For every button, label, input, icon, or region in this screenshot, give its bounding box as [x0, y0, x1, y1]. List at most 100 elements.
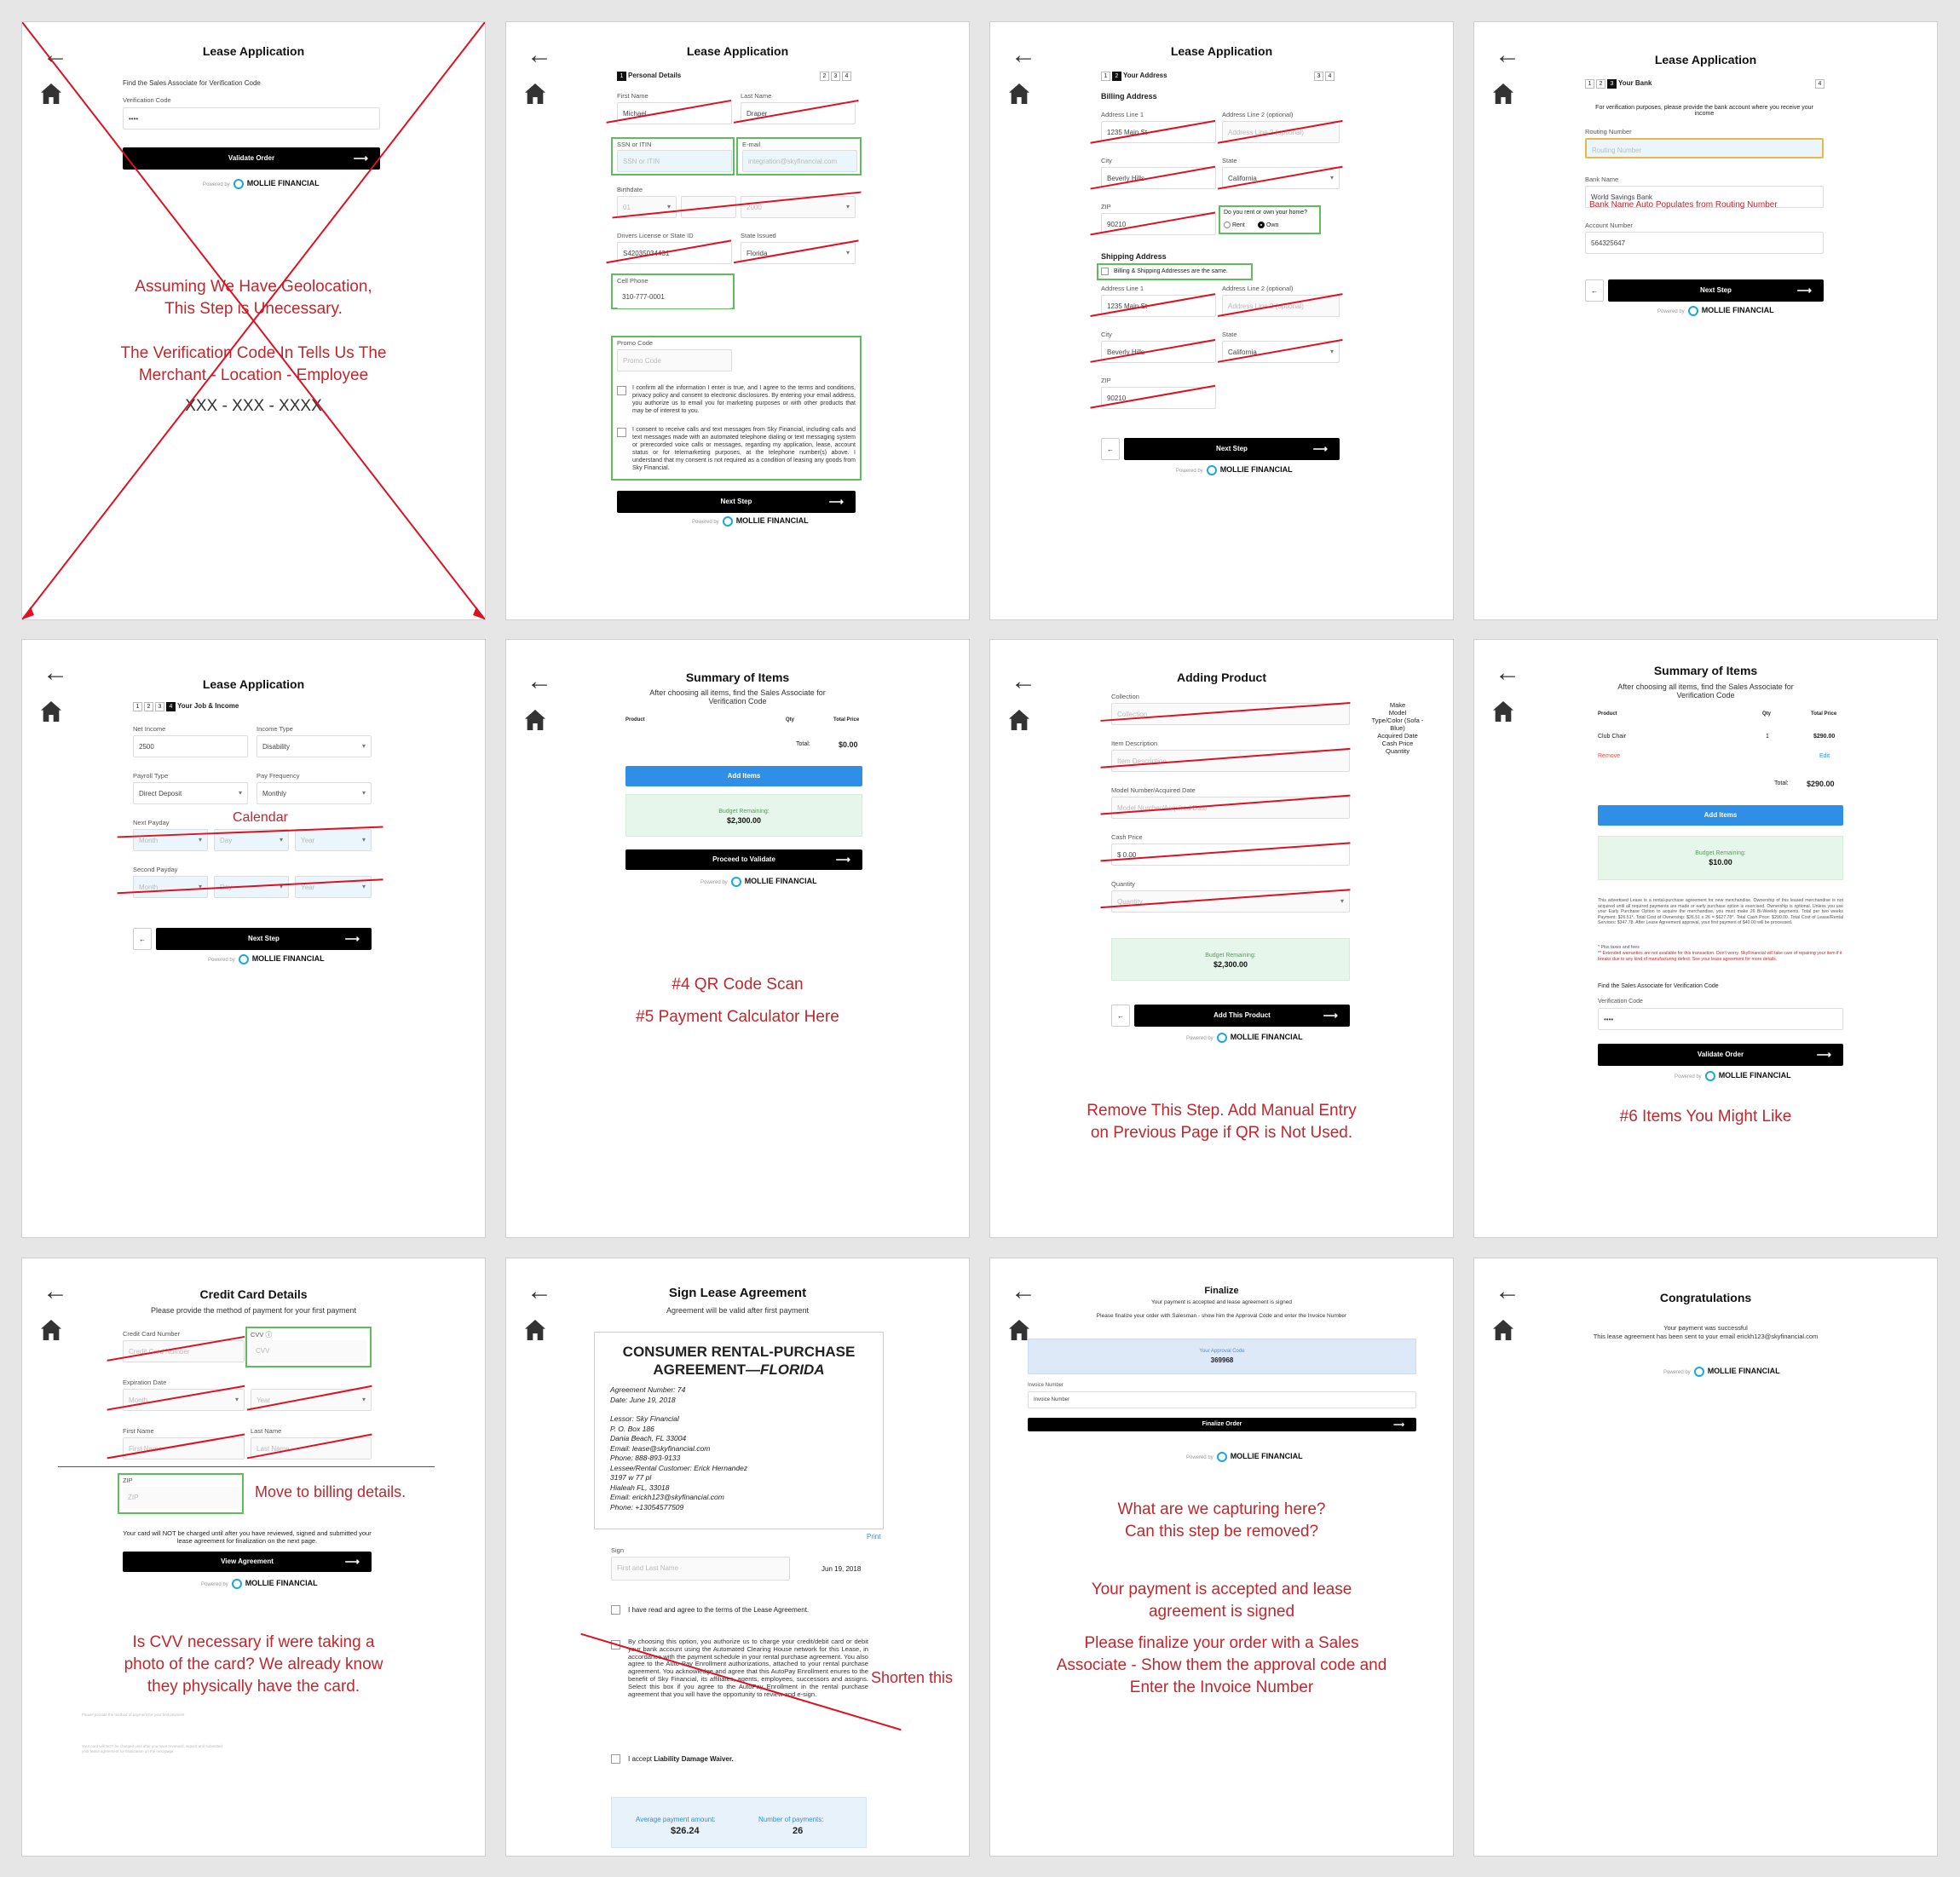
description-input[interactable]: Item Description	[1111, 750, 1350, 772]
agree-checkbox[interactable]	[611, 1605, 620, 1615]
income-type-select[interactable]: Disability	[257, 735, 372, 757]
collection-input[interactable]: Collection	[1111, 703, 1350, 725]
price-input[interactable]: $ 0.00	[1111, 843, 1350, 866]
address1-label: Address Line 1	[1101, 285, 1144, 292]
email-input[interactable]: integration@skyfinancial.com	[742, 150, 857, 172]
state-issued-select[interactable]: Florida	[741, 242, 856, 264]
city-input[interactable]: Beverly Hills	[1101, 167, 1216, 189]
sms-consent-checkbox[interactable]	[617, 428, 626, 437]
birth-month-select[interactable]	[681, 196, 736, 218]
shipping-heading: Shipping Address	[1101, 252, 1167, 261]
agreement-document[interactable]: CONSUMER RENTAL-PURCHASE AGREEMENT—FLORI…	[594, 1332, 884, 1529]
account-input[interactable]: 564325647	[1585, 232, 1824, 254]
birth-year-select[interactable]: 2000	[741, 196, 856, 218]
ship-address1-input[interactable]: 1235 Main St	[1101, 295, 1216, 317]
next-payday-day[interactable]: Day	[214, 829, 289, 851]
cell-input[interactable]: 310-777-0001	[617, 286, 732, 308]
verification-input[interactable]: ••••	[1598, 1008, 1843, 1030]
zip-input[interactable]: ZIP	[123, 1487, 239, 1509]
last-name-input[interactable]: Draper	[741, 102, 856, 124]
pay-frequency-select[interactable]: Monthly	[257, 782, 372, 804]
quantity-select[interactable]: Quantity	[1111, 890, 1350, 913]
signature-input[interactable]: First and Last Name	[611, 1557, 790, 1580]
home-icon[interactable]	[1490, 80, 1517, 107]
finalize-order-button[interactable]: Finalize Order ⟶	[1028, 1418, 1416, 1431]
add-items-button[interactable]: Add Items	[625, 766, 862, 786]
next-payday-month[interactable]: Month	[133, 829, 208, 851]
home-icon[interactable]	[522, 1316, 549, 1344]
first-name-input[interactable]: Michael	[617, 102, 732, 124]
back-step-button[interactable]: ←	[1111, 1005, 1130, 1027]
same-address-checkbox[interactable]	[1101, 268, 1109, 275]
brand-name: MOLLIE FINANCIAL	[246, 179, 320, 187]
panel-sign-lease: ← Sign Lease Agreement Agreement will be…	[505, 1258, 970, 1857]
ship-zip-input[interactable]: 90210	[1101, 387, 1216, 409]
address2-input[interactable]: Address Line 2 (optional)	[1222, 121, 1340, 143]
home-icon[interactable]	[37, 698, 65, 725]
home-icon[interactable]	[1006, 706, 1033, 734]
proceed-validate-button[interactable]: Proceed to Validate ⟶	[625, 849, 862, 870]
next-payday-year[interactable]: Year	[295, 829, 372, 851]
birth-day-select[interactable]: 01	[617, 196, 677, 218]
consent-checkbox[interactable]	[617, 386, 626, 395]
promo-input[interactable]: Promo Code	[617, 349, 732, 371]
invoice-input[interactable]: Invoice Number	[1028, 1391, 1416, 1408]
verification-input[interactable]: ••••	[123, 107, 380, 130]
exp-month-select[interactable]: Month	[123, 1389, 245, 1411]
back-step-button[interactable]: ←	[1585, 279, 1604, 302]
autopay-checkbox[interactable]	[611, 1640, 620, 1650]
add-items-button[interactable]: Add Items	[1598, 805, 1843, 826]
collection-label: Collection	[1111, 693, 1139, 700]
license-input[interactable]: S42035034431	[617, 242, 732, 264]
address2-label: Address Line 2 (optional)	[1222, 111, 1294, 118]
card-number-input[interactable]: Credit Card Number	[123, 1340, 245, 1362]
home-icon[interactable]	[1006, 80, 1033, 107]
zip-input[interactable]: 90210	[1101, 213, 1216, 235]
second-payday-month[interactable]: Month	[133, 876, 208, 898]
step-indicator: 1 2 3 Your Bank	[1585, 79, 1652, 89]
next-step-button[interactable]: Next Step ⟶	[1608, 279, 1824, 302]
home-icon[interactable]	[522, 80, 549, 107]
model-input[interactable]: Model Number/Acquired Date	[1111, 797, 1350, 819]
ship-city-input[interactable]: Beverly Hills	[1101, 341, 1216, 363]
back-step-button[interactable]: ←	[133, 928, 152, 950]
ssn-input[interactable]: SSN or ITIN	[617, 150, 732, 172]
help-icon[interactable]: ⓘ	[266, 1331, 273, 1339]
validate-order-button[interactable]: Validate Order ⟶	[1598, 1044, 1843, 1066]
state-select[interactable]: California	[1222, 167, 1340, 189]
home-icon[interactable]	[522, 706, 549, 734]
next-step-button[interactable]: Next Step ⟶	[156, 928, 372, 950]
last-name-input[interactable]: Last Name	[251, 1437, 372, 1460]
second-payday-year[interactable]: Year	[295, 876, 372, 898]
add-product-button[interactable]: Add This Product ⟶	[1134, 1005, 1350, 1027]
note-line: This Step is Unecessary.	[164, 300, 343, 318]
num-payments-value: 26	[793, 1826, 804, 1836]
cvv-label-text: CVV	[251, 1331, 264, 1339]
back-step-button[interactable]: ←	[1101, 438, 1120, 460]
net-income-input[interactable]: 2500	[133, 735, 248, 757]
home-icon[interactable]	[37, 80, 65, 107]
first-name-input[interactable]: First Name	[123, 1437, 245, 1460]
exp-year-select[interactable]: Year	[251, 1389, 372, 1411]
payroll-type-select[interactable]: Direct Deposit	[133, 782, 248, 804]
divider	[58, 1466, 435, 1467]
rent-radio[interactable]: Rent	[1224, 222, 1245, 228]
home-icon[interactable]	[1490, 698, 1517, 725]
second-payday-day[interactable]: Day	[214, 876, 289, 898]
next-step-button[interactable]: Next Step ⟶	[617, 491, 856, 513]
edit-link[interactable]: Edit	[1819, 753, 1830, 759]
print-link[interactable]: Print	[867, 1533, 880, 1540]
own-radio[interactable]: Own	[1258, 222, 1278, 228]
next-step-button[interactable]: Next Step ⟶	[1124, 438, 1340, 460]
cvv-input[interactable]: CVV	[251, 1340, 366, 1362]
home-icon[interactable]	[37, 1316, 65, 1344]
address1-input[interactable]: 1235 Main St	[1101, 121, 1216, 143]
powered-text: Powered by	[1675, 1074, 1702, 1080]
view-agreement-button[interactable]: View Agreement ⟶	[123, 1552, 372, 1572]
ship-address2-input[interactable]: Address Line 2 (optional)	[1222, 295, 1340, 317]
validate-order-button[interactable]: Validate Order ⟶	[123, 147, 380, 170]
ship-state-select[interactable]: California	[1222, 341, 1340, 363]
ldw-checkbox[interactable]	[611, 1754, 620, 1764]
routing-input[interactable]: Routing Number	[1585, 138, 1824, 158]
remove-link[interactable]: Remove	[1598, 753, 1620, 759]
